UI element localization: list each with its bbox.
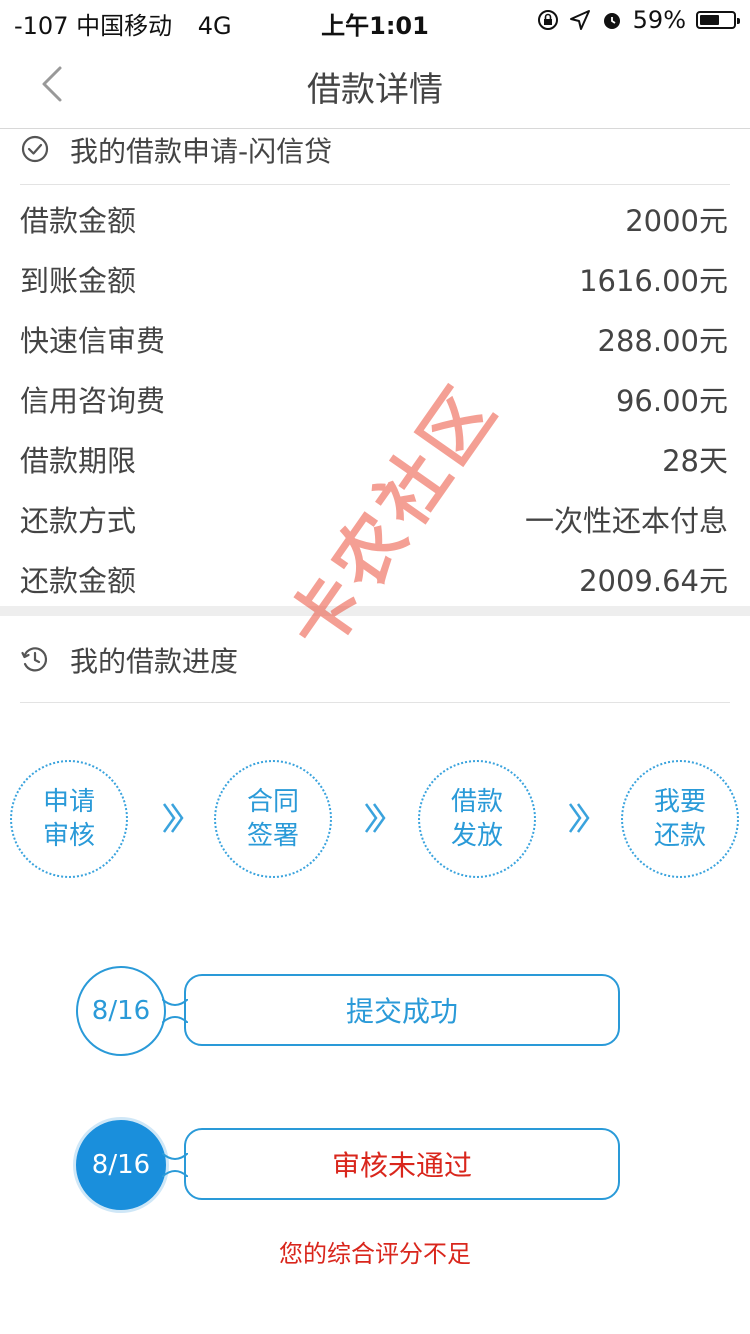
check-circle-icon xyxy=(21,135,49,163)
detail-value: 2009.64元 xyxy=(579,564,728,598)
alarm-icon xyxy=(603,13,620,29)
double-chevron-right-icon xyxy=(364,803,386,833)
detail-label: 借款金额 xyxy=(20,204,137,238)
timeline-entry-submitted: 8/16 提交成功 xyxy=(76,966,622,1056)
progress-section-header: 我的借款进度 xyxy=(0,630,750,688)
timeline-entry-rejected: 8/16 审核未通过 xyxy=(76,1120,622,1210)
detail-value: 288.00元 xyxy=(597,324,728,358)
double-chevron-right-icon xyxy=(162,803,184,833)
step-loan-disburse: 借款 发放 xyxy=(418,760,536,878)
navigation-bar: 借款详情 xyxy=(0,40,750,129)
timeline-date: 8/16 xyxy=(76,966,166,1056)
timeline-status: 审核未通过 xyxy=(184,1128,620,1200)
step-line: 发放 xyxy=(450,821,503,851)
status-bar: -107 中国移动 4G 上午1:01 59% xyxy=(0,0,750,40)
detail-value: 96.00元 xyxy=(615,384,728,418)
section-divider xyxy=(20,702,730,703)
detail-label: 到账金额 xyxy=(20,264,137,298)
detail-value: 2000元 xyxy=(625,204,728,238)
detail-label: 借款期限 xyxy=(20,444,137,478)
progress-section-title: 我的借款进度 xyxy=(70,645,239,678)
step-line: 我要 xyxy=(653,787,706,817)
detail-label: 还款金额 xyxy=(20,564,137,598)
step-line: 申请 xyxy=(42,787,95,817)
step-repay[interactable]: 我要 还款 xyxy=(621,760,739,878)
detail-row-received-amount: 到账金额 1616.00元 xyxy=(0,246,750,306)
battery-fill xyxy=(700,15,719,25)
detail-label: 信用咨询费 xyxy=(20,384,166,418)
detail-label: 快速信审费 xyxy=(20,324,166,358)
battery-icon xyxy=(696,11,740,29)
rejection-reason: 您的综合评分不足 xyxy=(279,1240,471,1268)
step-line: 审核 xyxy=(42,821,95,851)
detail-row-loan-amount: 借款金额 2000元 xyxy=(0,186,750,246)
timeline-date: 8/16 xyxy=(76,1120,166,1210)
section-divider xyxy=(20,184,730,185)
battery-percent: 59% xyxy=(632,6,686,34)
application-section-header: 我的借款申请-闪信贷 xyxy=(0,120,750,178)
double-chevron-right-icon xyxy=(568,803,590,833)
detail-value: 一次性还本付息 xyxy=(524,504,728,538)
detail-row-consult-fee: 信用咨询费 96.00元 xyxy=(0,366,750,426)
detail-row-review-fee: 快速信审费 288.00元 xyxy=(0,306,750,366)
timeline-status: 提交成功 xyxy=(184,974,620,1046)
application-section-title: 我的借款申请-闪信贷 xyxy=(70,135,333,168)
step-apply-review: 申请 审核 xyxy=(10,760,128,878)
detail-value: 28天 xyxy=(662,444,728,478)
detail-label: 还款方式 xyxy=(20,504,137,538)
detail-value: 1616.00元 xyxy=(579,264,728,298)
step-line: 还款 xyxy=(653,821,706,851)
step-line: 合同 xyxy=(246,787,299,817)
history-clock-icon xyxy=(21,647,48,672)
orientation-lock-icon xyxy=(537,10,558,30)
step-line: 借款 xyxy=(450,787,503,817)
step-contract-sign: 合同 签署 xyxy=(214,760,332,878)
status-icons: 59% xyxy=(537,6,740,34)
location-icon xyxy=(569,10,590,30)
page-title: 借款详情 xyxy=(307,70,443,110)
step-line: 签署 xyxy=(246,821,299,851)
